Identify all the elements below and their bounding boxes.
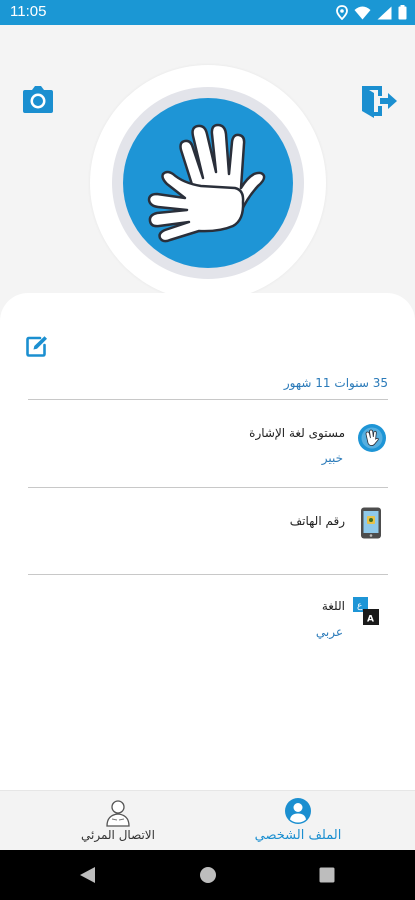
recents-icon[interactable]	[319, 867, 335, 883]
wifi-icon	[354, 6, 371, 19]
profile-icon	[285, 798, 311, 824]
android-nav-bar	[0, 850, 415, 900]
sign-language-level-icon	[357, 423, 387, 453]
nav-label-profile: الملف الشخصي	[254, 828, 342, 843]
nav-item-profile[interactable]: الملف الشخصي	[208, 791, 388, 851]
edit-button[interactable]	[26, 335, 48, 357]
battery-icon	[398, 5, 407, 20]
sign-language-level-title: مستوى لغة الإشارة	[249, 426, 345, 440]
logout-icon	[362, 86, 397, 118]
svg-text:ع: ع	[357, 601, 363, 611]
status-time: 11:05	[10, 3, 47, 20]
avatar[interactable]	[123, 98, 293, 268]
sign-language-level-value: خبير	[321, 451, 343, 465]
profile-header	[0, 25, 415, 315]
divider	[28, 399, 388, 400]
profile-card: 35 سنوات 11 شهور مستوى لغة الإشارة خبير …	[0, 293, 415, 790]
user-outline-icon	[106, 800, 130, 827]
phone-title: رقم الهاتف	[289, 514, 345, 528]
status-icons	[336, 5, 407, 20]
sign-language-hands-icon	[147, 123, 266, 243]
translate-icon: ع A	[352, 596, 382, 626]
nav-item-video-call[interactable]: الاتصال المرئي	[28, 791, 208, 851]
camera-icon	[23, 86, 53, 113]
phone-icon	[358, 507, 384, 539]
home-icon[interactable]	[199, 866, 217, 884]
language-title: اللغة	[321, 599, 345, 613]
svg-text:A: A	[367, 615, 374, 625]
bottom-nav: الاتصال المرئي الملف الشخصي	[0, 790, 415, 850]
logout-button[interactable]	[360, 83, 398, 119]
signal-icon	[377, 6, 392, 19]
divider	[28, 487, 388, 488]
back-icon[interactable]	[78, 866, 96, 884]
status-bar: 11:05	[0, 0, 415, 25]
language-value: عربي	[315, 625, 343, 639]
edit-icon	[26, 336, 47, 357]
nav-label-video-call: الاتصال المرئي	[80, 828, 155, 842]
divider	[28, 574, 388, 575]
location-icon	[336, 5, 348, 20]
camera-button[interactable]	[22, 85, 54, 115]
age-text: 35 سنوات 11 شهور	[283, 376, 388, 390]
